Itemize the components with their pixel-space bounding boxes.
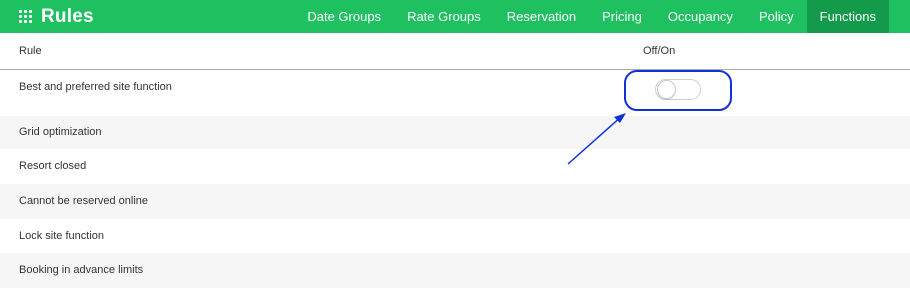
app-brand[interactable]: Rules [19, 0, 94, 33]
nav-pricing[interactable]: Pricing [589, 0, 655, 33]
table-row: Lock site function [0, 219, 910, 253]
nav-occupancy[interactable]: Occupancy [655, 0, 746, 33]
table-row: Booking in advance limits [0, 253, 910, 288]
nav-rate-groups[interactable]: Rate Groups [394, 0, 494, 33]
nav-functions[interactable]: Functions [806, 0, 889, 33]
toggle-column-header: Off/On [643, 45, 676, 57]
apps-grid-icon[interactable] [19, 9, 33, 24]
nav-reservation[interactable]: Reservation [494, 0, 589, 33]
table-header: Rule Off/On [0, 33, 910, 70]
nav-date-groups[interactable]: Date Groups [294, 0, 394, 33]
best-preferred-site-toggle[interactable] [655, 79, 701, 100]
rule-label: Resort closed [19, 160, 87, 172]
table-row: Resort closed [0, 149, 910, 184]
rule-label: Lock site function [19, 230, 104, 242]
main-nav: Date Groups Rate Groups Reservation Pric… [294, 0, 889, 33]
rule-label: Best and preferred site function [19, 81, 172, 93]
table-row: Cannot be reserved online [0, 184, 910, 219]
table-row: Grid optimization [0, 116, 910, 149]
rule-label: Grid optimization [19, 126, 102, 138]
table-row: Best and preferred site function [0, 70, 910, 116]
nav-policy[interactable]: Policy [746, 0, 807, 33]
rule-label: Booking in advance limits [19, 264, 144, 276]
top-navigation-bar: Rules Date Groups Rate Groups Reservatio… [0, 0, 910, 33]
rule-label: Cannot be reserved online [19, 195, 149, 207]
rule-column-header: Rule [19, 45, 42, 57]
annotation-arrow-icon [567, 113, 626, 165]
toggle-knob[interactable] [657, 80, 676, 99]
app-title: Rules [41, 5, 94, 27]
